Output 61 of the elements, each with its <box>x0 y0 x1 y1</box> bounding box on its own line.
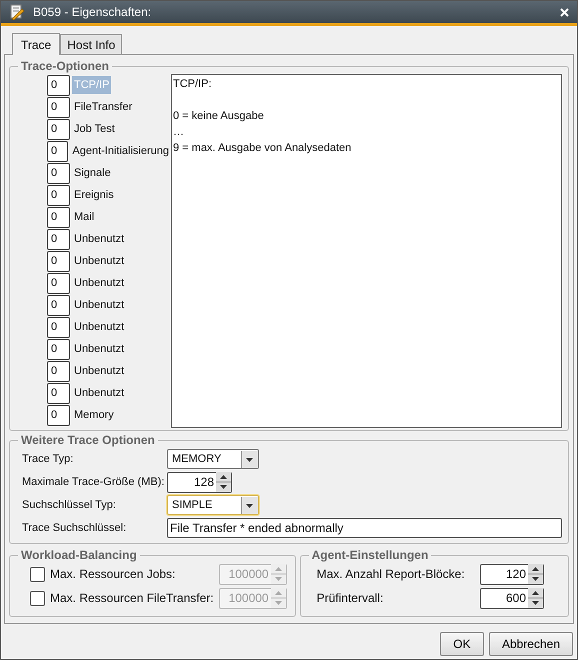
level-field[interactable]: 0 <box>47 74 70 96</box>
description-line: … <box>173 125 185 140</box>
trace-category[interactable]: Unbenutzt <box>72 296 126 314</box>
group-title: Workload-Balancing <box>20 548 138 562</box>
field-label: Max. Anzahl Report-Blöcke: <box>316 567 465 581</box>
spinner-field[interactable]: 128 <box>167 472 232 492</box>
tab[interactable]: Trace <box>12 33 60 55</box>
group-title: Weitere Trace Optionen <box>20 433 156 447</box>
dropdown[interactable]: SIMPLE <box>167 495 259 515</box>
field-label: Trace Typ: <box>21 453 74 465</box>
group-title: Trace-Optionen <box>20 59 110 73</box>
trace-category[interactable]: Unbenutzt <box>72 384 126 402</box>
level-field[interactable]: 0 <box>47 118 70 140</box>
spinner-arrows-icon[interactable] <box>528 564 543 584</box>
level-field[interactable]: 0 <box>47 338 70 360</box>
trace-category[interactable]: Unbenutzt <box>72 252 126 270</box>
trace-category[interactable]: Unbenutzt <box>72 362 126 380</box>
trace-category[interactable]: Job Test <box>72 120 117 138</box>
trace-category[interactable]: FileTransfer <box>72 98 134 116</box>
trace-category[interactable]: Unbenutzt <box>72 340 126 358</box>
trace-category[interactable]: Signale <box>72 164 113 182</box>
level-field[interactable]: 0 <box>47 184 70 206</box>
dropdown[interactable]: MEMORY <box>167 449 259 469</box>
level-field[interactable]: 0 <box>47 316 70 338</box>
description-heading: TCP/IP: <box>173 77 213 92</box>
trace-category[interactable]: Unbenutzt <box>72 230 126 248</box>
spinner-field[interactable]: 600 <box>480 588 544 608</box>
level-field[interactable]: 0 <box>47 228 70 250</box>
level-field[interactable]: 0 <box>47 294 70 316</box>
level-field[interactable]: 0 <box>47 140 68 162</box>
field-label: Trace Suchschlüssel: <box>21 522 128 534</box>
dialog-button[interactable]: OK <box>440 632 484 656</box>
field-label: Suchschlüssel Typ: <box>21 499 117 511</box>
level-field[interactable]: 0 <box>47 272 70 294</box>
trace-category[interactable]: Mail <box>72 208 96 226</box>
level-field[interactable]: 0 <box>47 404 70 426</box>
search-key-field[interactable]: File Transfer * ended abnormally <box>167 518 562 538</box>
trace-category[interactable]: Memory <box>72 406 116 424</box>
document-pencil-icon <box>9 4 25 20</box>
spinner-arrows-icon[interactable] <box>216 472 231 492</box>
tab[interactable]: Host Info <box>60 34 122 54</box>
window-title: B059 - Eigenschaften: <box>33 5 152 19</box>
trace-category[interactable]: Unbenutzt <box>72 318 126 336</box>
spinner-arrows-icon[interactable] <box>528 588 543 608</box>
level-field[interactable]: 0 <box>47 360 70 382</box>
trace-category[interactable]: Ereignis <box>72 186 116 204</box>
level-field[interactable]: 0 <box>47 162 70 184</box>
dialog-button[interactable]: Abbrechen <box>488 632 573 656</box>
level-field[interactable]: 0 <box>47 96 70 118</box>
field-label: Maximale Trace-Größe (MB): <box>21 476 166 488</box>
description-line: 9 = max. Ausgabe von Analysedaten <box>173 141 352 156</box>
spinner-field[interactable]: 120 <box>480 564 544 584</box>
level-field[interactable]: 0 <box>47 206 70 228</box>
close-icon[interactable] <box>560 8 569 16</box>
trace-category[interactable]: Unbenutzt <box>72 274 126 292</box>
level-field[interactable]: 0 <box>47 382 70 404</box>
trace-category[interactable]: Agent-Initialisierung <box>70 142 171 160</box>
group-title: Agent-Einstellungen <box>310 548 430 562</box>
field-label: Prüfintervall: <box>316 591 384 605</box>
description-line: 0 = keine Ausgabe <box>173 109 265 124</box>
level-field[interactable]: 0 <box>47 250 70 272</box>
